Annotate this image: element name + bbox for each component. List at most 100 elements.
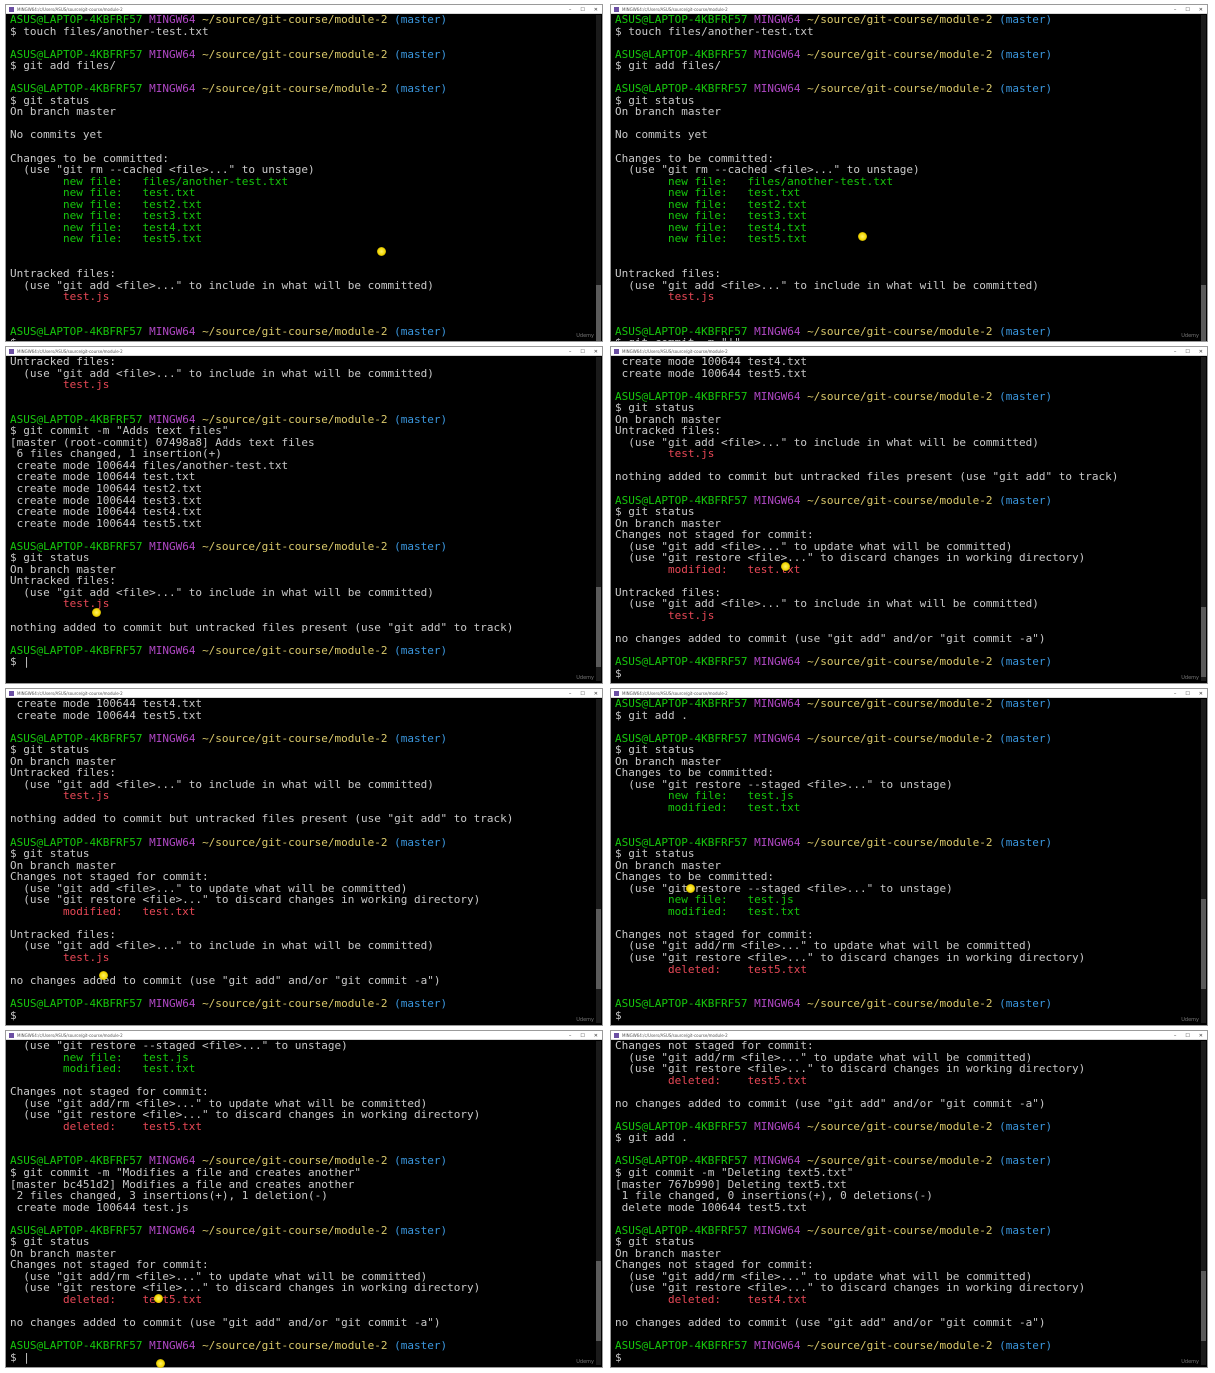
terminal-output[interactable]: ASUS@LAPTOP-4KBFRF57 MINGW64 ~/source/gi… [611,13,1207,341]
terminal-text: $ [615,666,629,680]
prompt-path: ~/source/git-course/module-2 [807,493,993,507]
terminal-line: $ [10,337,602,341]
scrollbar[interactable] [1201,1041,1206,1365]
maximize-icon[interactable]: ☐ [580,349,584,355]
scrollbar-thumb[interactable] [596,587,601,667]
prompt-path: ~/source/git-course/module-2 [202,539,388,553]
udemy-watermark: Udemy [576,1017,594,1023]
scrollbar-thumb[interactable] [596,285,601,341]
git-bash-icon [9,6,14,12]
close-icon[interactable]: ✕ [594,7,598,13]
terminal-output[interactable]: create mode 100644 test4.txt create mode… [6,698,602,1021]
maximize-icon[interactable]: ☐ [580,1033,584,1039]
terminal-text: new file: test5.txt [615,232,808,246]
terminal-line: test.js [10,952,602,964]
terminal-text: test.js [10,789,110,803]
close-icon[interactable]: ✕ [1199,349,1203,355]
minimize-icon[interactable]: – [569,7,572,13]
window-title: MINGW64:/c/Users/ASUS/source/git-course/… [622,6,728,12]
minimize-icon[interactable]: – [569,349,572,355]
maximize-icon[interactable]: ☐ [1185,7,1189,13]
terminal-text: modified: test.txt [10,904,196,918]
terminal-text: test.js [615,290,715,304]
scrollbar[interactable] [596,15,601,341]
terminal-line: nothing added to commit but untracked fi… [615,471,1207,483]
terminal-window[interactable]: MINGW64:/c/Users/ASUS/source/git-course/… [610,688,1208,1026]
close-icon[interactable]: ✕ [594,1033,598,1039]
terminal-window[interactable]: MINGW64:/c/Users/ASUS/source/git-course/… [610,4,1208,342]
minimize-icon[interactable]: – [1174,691,1177,697]
scrollbar[interactable] [1201,15,1206,341]
mouse-cursor-highlight-icon [92,608,101,617]
close-icon[interactable]: ✕ [1199,1033,1203,1039]
minimize-icon[interactable]: – [569,691,572,697]
prompt-user: ASUS@LAPTOP-4KBFRF57 [10,997,143,1011]
scrollbar-thumb[interactable] [1201,285,1206,341]
prompt-branch: (master) [394,324,448,338]
prompt-path: ~/source/git-course/module-2 [807,997,993,1011]
scrollbar[interactable] [1201,699,1206,1023]
scrollbar-thumb[interactable] [1201,1271,1206,1341]
scrollbar-thumb[interactable] [596,1261,601,1341]
terminal-line: no changes added to commit (use "git add… [615,1097,1207,1110]
git-bash-icon [9,690,14,696]
scrollbar[interactable] [596,699,601,1023]
prompt-path: ~/source/git-course/module-2 [202,731,388,745]
terminal-line: nothing added to commit but untracked fi… [10,813,602,825]
terminal-output[interactable]: ASUS@LAPTOP-4KBFRF57 MINGW64 ~/source/gi… [611,698,1207,1021]
terminal-text: deleted: test5.txt [615,1073,808,1087]
scrollbar[interactable] [596,1041,601,1365]
prompt-line: ASUS@LAPTOP-4KBFRF57 MINGW64 ~/source/gi… [615,656,1207,668]
minimize-icon[interactable]: – [569,1033,572,1039]
close-icon[interactable]: ✕ [1199,7,1203,13]
prompt-host: MINGW64 [754,835,801,849]
terminal-window[interactable]: MINGW64:/c/Users/ASUS/source/git-course/… [5,4,603,342]
prompt-line: ASUS@LAPTOP-4KBFRF57 MINGW64 ~/source/gi… [10,324,602,338]
close-icon[interactable]: ✕ [594,691,598,697]
prompt-path: ~/source/git-course/module-2 [807,731,993,745]
terminal-output[interactable]: create mode 100644 test4.txt create mode… [611,356,1207,679]
maximize-icon[interactable]: ☐ [580,691,584,697]
prompt-host: MINGW64 [754,389,801,403]
terminal-line: $ git add files/ [10,60,602,72]
maximize-icon[interactable]: ☐ [1185,1033,1189,1039]
minimize-icon[interactable]: – [1174,7,1177,13]
minimize-icon[interactable]: – [1174,1033,1177,1039]
terminal-window[interactable]: MINGW64:/c/Users/ASUS/source/git-course/… [5,346,603,684]
prompt-line: ASUS@LAPTOP-4KBFRF57 MINGW64 ~/source/gi… [10,836,602,849]
prompt-user: ASUS@LAPTOP-4KBFRF57 [615,997,748,1011]
scrollbar-thumb[interactable] [1201,899,1206,989]
terminal-line: No commits yet [10,129,602,141]
minimize-icon[interactable]: – [1174,349,1177,355]
close-icon[interactable]: ✕ [594,349,598,355]
maximize-icon[interactable]: ☐ [580,7,584,13]
terminal-window[interactable]: MINGW64:/c/Users/ASUS/source/git-course/… [5,688,603,1026]
terminal-line: modified: test.txt [615,906,1207,918]
scrollbar[interactable] [596,357,601,681]
prompt-branch: (master) [394,731,448,745]
terminal-text: $ touch files/another-test.txt [10,24,209,38]
scrollbar-thumb[interactable] [596,909,601,989]
close-icon[interactable]: ✕ [1199,691,1203,697]
terminal-window[interactable]: MINGW64:/c/Users/ASUS/source/git-course/… [5,1030,603,1368]
terminal-text: modified: test.txt [615,904,801,918]
terminal-output[interactable]: Untracked files: (use "git add <file>...… [6,356,602,668]
terminal-text: $ | [10,655,30,669]
terminal-window[interactable]: MINGW64:/c/Users/ASUS/source/git-course/… [610,1030,1208,1368]
terminal-line: $ [615,666,1207,680]
scrollbar[interactable] [1201,357,1206,681]
terminal-output[interactable]: ASUS@LAPTOP-4KBFRF57 MINGW64 ~/source/gi… [6,14,602,341]
maximize-icon[interactable]: ☐ [1185,691,1189,697]
maximize-icon[interactable]: ☐ [1185,349,1189,355]
terminal-text: new file: test5.txt [10,232,203,246]
terminal-text: $ git add files/ [615,59,721,73]
scrollbar-thumb[interactable] [1201,607,1206,677]
terminal-output[interactable]: Changes not staged for commit: (use "git… [611,1040,1207,1363]
terminal-output[interactable]: (use "git restore --staged <file>..." to… [6,1040,602,1363]
prompt-path: ~/source/git-course/module-2 [807,13,993,26]
prompt-line: ASUS@LAPTOP-4KBFRF57 MINGW64 ~/source/gi… [10,539,602,553]
terminal-window[interactable]: MINGW64:/c/Users/ASUS/source/git-course/… [610,346,1208,684]
terminal-line: On branch master [10,106,602,118]
